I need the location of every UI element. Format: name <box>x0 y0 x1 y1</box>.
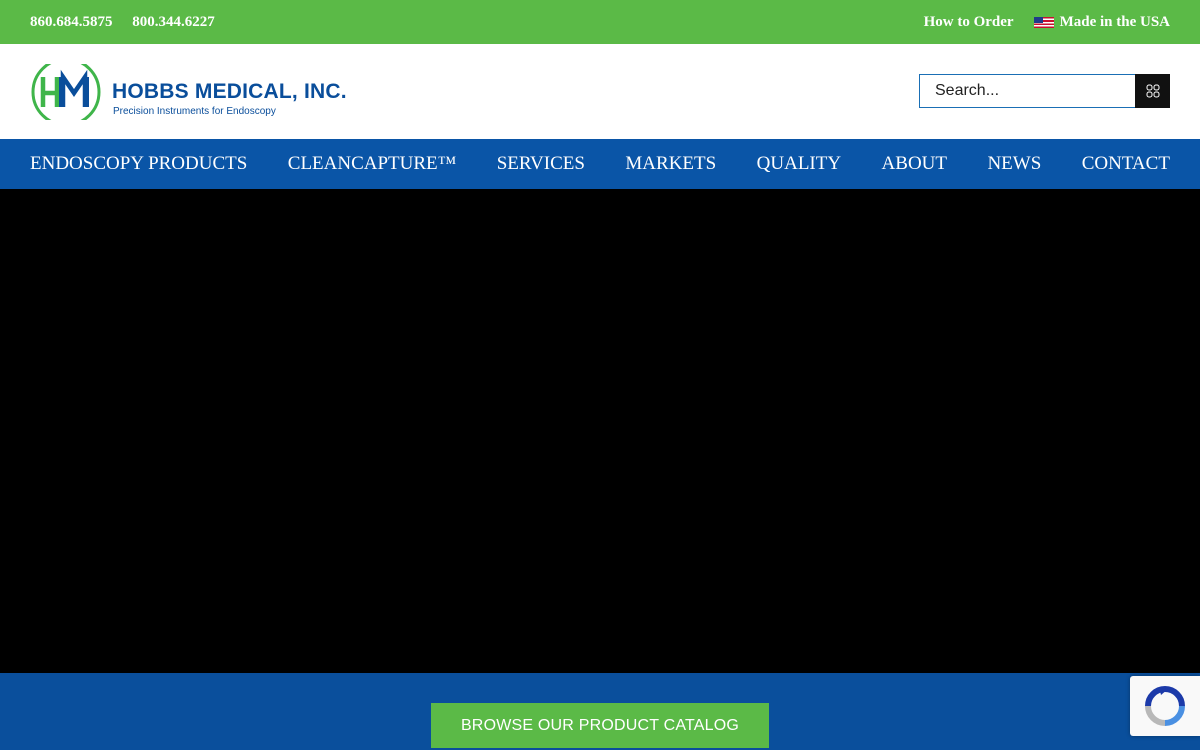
top-bar: 860.684.5875 800.344.6227 How to Order M… <box>0 0 1200 44</box>
company-tagline: Precision Instruments for Endoscopy <box>113 106 276 117</box>
nav-item-services[interactable]: SERVICES <box>497 153 585 175</box>
nav-item-endoscopy-products[interactable]: ENDOSCOPY PRODUCTS <box>30 153 247 175</box>
nav-item-quality[interactable]: QUALITY <box>757 153 841 175</box>
nav-item-contact[interactable]: CONTACT <box>1082 153 1170 175</box>
browse-catalog-button[interactable]: BROWSE OUR PRODUCT CATALOG <box>431 703 769 748</box>
nav-item-about[interactable]: ABOUT <box>882 153 947 175</box>
nav-item-cleancapture[interactable]: CLEANCAPTURE™ <box>288 153 457 175</box>
hero-video[interactable] <box>0 189 1200 673</box>
search-icon <box>1146 84 1159 98</box>
search-box <box>919 74 1170 108</box>
nav-item-news[interactable]: NEWS <box>987 153 1041 175</box>
recaptcha-badge[interactable] <box>1130 676 1200 736</box>
phone-link-2[interactable]: 800.344.6227 <box>132 14 215 30</box>
site-header: HOBBS MEDICAL, INC. Precision Instrument… <box>0 44 1200 139</box>
logo[interactable]: HOBBS MEDICAL, INC. Precision Instrument… <box>30 64 350 120</box>
search-input[interactable] <box>920 75 1136 107</box>
nav-item-markets[interactable]: MARKETS <box>625 153 716 175</box>
recaptcha-icon <box>1145 686 1185 726</box>
top-links: How to Order Made in the USA <box>924 14 1170 31</box>
logo-mark-icon <box>31 64 101 120</box>
main-nav: ENDOSCOPY PRODUCTS CLEANCAPTURE™ SERVICE… <box>0 139 1200 189</box>
company-name: HOBBS MEDICAL, INC. <box>112 80 347 103</box>
made-in-usa-link[interactable]: Made in the USA <box>1060 14 1170 31</box>
phone-numbers: 860.684.5875 800.344.6227 <box>30 14 231 31</box>
phone-link-1[interactable]: 860.684.5875 <box>30 14 113 30</box>
search-button[interactable] <box>1135 74 1170 108</box>
how-to-order-link[interactable]: How to Order <box>924 14 1014 31</box>
us-flag-icon <box>1033 16 1054 28</box>
